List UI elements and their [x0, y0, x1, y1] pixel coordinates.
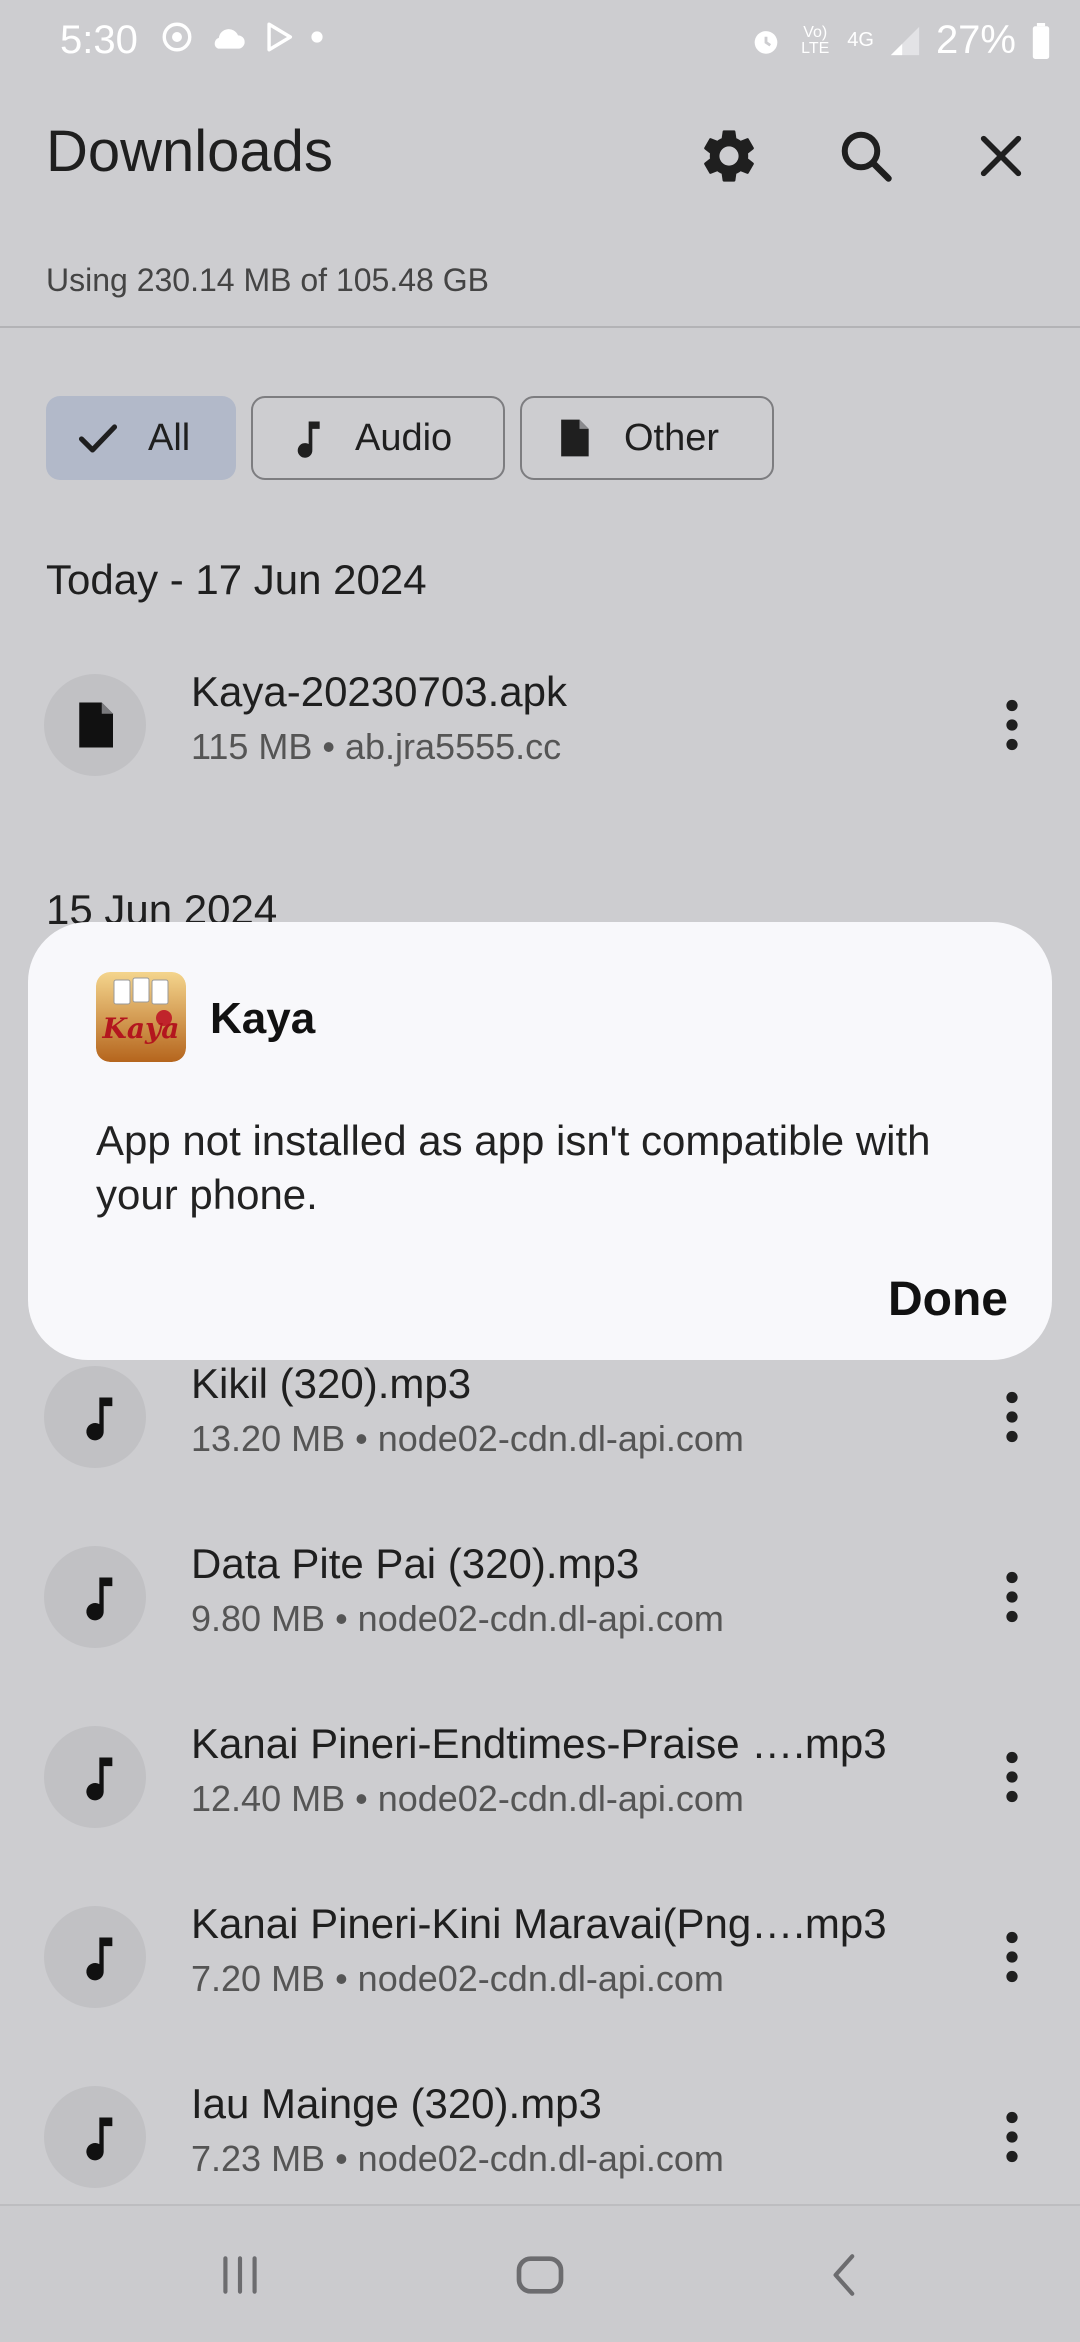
filter-chip-label: All — [148, 416, 191, 459]
list-item[interactable]: Kikil (320).mp3 13.20 MB • node02-cdn.dl… — [0, 1352, 1080, 1482]
dot-icon — [311, 31, 323, 43]
item-title: Kanai Pineri-Endtimes-Praise ….mp3 — [191, 1720, 887, 1767]
back-button[interactable] — [806, 2240, 886, 2310]
item-subtitle: 9.80 MB • node02-cdn.dl-api.com — [191, 1598, 724, 1639]
section-header-today: Today - 17 Jun 2024 — [46, 556, 427, 603]
volte-icon: Vo) LTE — [801, 23, 830, 57]
music-note-icon — [44, 1546, 146, 1648]
filter-chip-label: Other — [624, 416, 720, 459]
filter-chip-label: Audio — [355, 416, 453, 459]
close-icon — [980, 135, 1022, 177]
more-vert-icon — [1006, 699, 1018, 751]
file-icon — [44, 674, 146, 776]
search-icon — [841, 131, 892, 182]
item-subtitle: 115 MB • ab.jra5555.cc — [191, 726, 562, 767]
music-note-icon — [44, 1906, 146, 2008]
dialog-message: App not installed as app isn't compatibl… — [96, 1117, 931, 1218]
item-subtitle: 12.40 MB • node02-cdn.dl-api.com — [191, 1778, 744, 1819]
music-note-icon — [44, 2086, 146, 2188]
file-icon — [552, 416, 596, 460]
search-button[interactable] — [828, 118, 904, 194]
item-title: Kanai Pineri-Kini Maravai(Png….mp3 — [191, 1900, 887, 1947]
list-item[interactable]: Kanai Pineri-Kini Maravai(Png….mp3 7.20 … — [0, 1892, 1080, 2022]
signal-icon — [890, 26, 920, 55]
item-title: Kaya-20230703.apk — [191, 668, 567, 715]
dialog-title: Kaya — [210, 994, 316, 1043]
page-title: Downloads — [46, 119, 333, 184]
status-left-icons — [160, 20, 324, 54]
back-icon — [833, 2254, 855, 2296]
item-title: Kikil (320).mp3 — [191, 1360, 472, 1407]
item-subtitle: 7.23 MB • node02-cdn.dl-api.com — [191, 2138, 724, 2179]
divider — [0, 326, 1080, 328]
music-note-icon — [44, 1366, 146, 1468]
more-options-button[interactable] — [990, 1557, 1034, 1637]
sync-icon — [162, 22, 192, 52]
battery-icon — [1032, 22, 1050, 59]
list-item[interactable]: Kaya-20230703.apk 115 MB • ab.jra5555.cc — [0, 660, 1080, 790]
list-item[interactable]: Data Pite Pai (320).mp3 9.80 MB • node02… — [0, 1532, 1080, 1662]
recents-button[interactable] — [200, 2240, 280, 2310]
more-options-button[interactable] — [990, 685, 1034, 765]
play-store-icon — [267, 22, 293, 52]
more-vert-icon — [1006, 1571, 1018, 1623]
settings-icon — [704, 130, 754, 182]
status-right-icons: Vo) LTE 4G 27% — [749, 18, 1052, 63]
more-options-button[interactable] — [990, 2097, 1034, 2177]
item-subtitle: 7.20 MB • node02-cdn.dl-api.com — [191, 1958, 724, 1999]
close-button[interactable] — [963, 118, 1039, 194]
filter-chip-audio[interactable]: Audio — [251, 396, 505, 480]
item-subtitle: 13.20 MB • node02-cdn.dl-api.com — [191, 1418, 744, 1459]
cloud-icon — [214, 29, 245, 49]
more-vert-icon — [1006, 1931, 1018, 1983]
status-bar: 5:30 Vo) LTE 4G 27% — [0, 0, 1080, 84]
more-vert-icon — [1006, 1751, 1018, 1803]
filter-chip-all[interactable]: All — [46, 396, 236, 480]
more-options-button[interactable] — [990, 1377, 1034, 1457]
list-item[interactable]: Kanai Pineri-Endtimes-Praise ….mp3 12.40… — [0, 1712, 1080, 1842]
4g-icon: 4G — [847, 29, 874, 51]
done-button[interactable]: Done — [888, 1272, 1008, 1327]
music-note-icon — [44, 1726, 146, 1828]
recents-icon — [223, 2256, 257, 2294]
app-icon-wordmark: Kaya — [102, 1012, 180, 1045]
status-time: 5:30 — [60, 18, 138, 62]
more-vert-icon — [1006, 2111, 1018, 2163]
check-icon — [76, 416, 120, 460]
navigation-bar — [0, 2204, 1080, 2342]
alarm-icon — [754, 30, 778, 54]
more-options-button[interactable] — [990, 1917, 1034, 1997]
more-vert-icon — [1006, 1391, 1018, 1443]
filter-chip-other[interactable]: Other — [520, 396, 774, 480]
battery-percent: 27% — [935, 18, 1016, 62]
home-icon — [516, 2256, 564, 2294]
more-options-button[interactable] — [990, 1737, 1034, 1817]
list-item[interactable]: Iau Mainge (320).mp3 7.23 MB • node02-cd… — [0, 2072, 1080, 2202]
settings-button[interactable] — [691, 118, 767, 194]
home-button[interactable] — [500, 2240, 580, 2310]
install-error-dialog: Kaya Kaya App not installed as app isn't… — [28, 922, 1052, 1360]
item-title: Iau Mainge (320).mp3 — [191, 2080, 602, 2127]
item-title: Data Pite Pai (320).mp3 — [191, 1540, 640, 1587]
music-note-icon — [283, 416, 327, 460]
kaya-app-icon: Kaya — [96, 972, 186, 1062]
storage-usage: Using 230.14 MB of 105.48 GB — [46, 262, 489, 298]
